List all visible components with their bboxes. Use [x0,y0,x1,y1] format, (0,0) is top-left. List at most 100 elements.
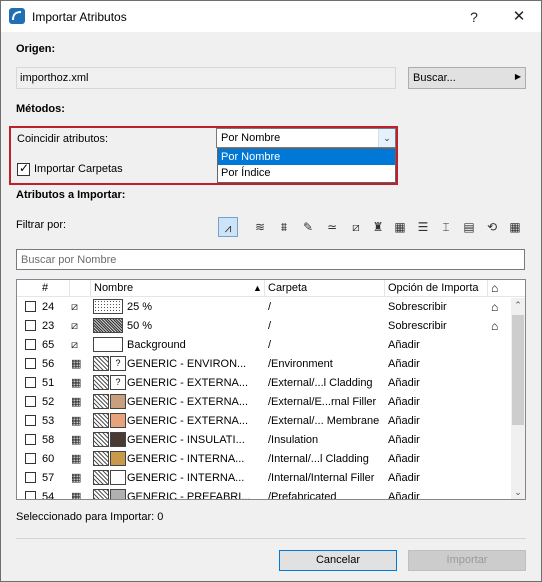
match-attributes-select[interactable]: Por Nombre ⌄ [216,128,396,148]
row-checkbox[interactable] [25,472,36,483]
row-name: 50 % [127,320,153,332]
row-number: 65 [42,339,55,351]
building-material-type-icon: ▦ [71,396,82,408]
table-row[interactable]: 54 ▦ GENERIC - PREFABRI... /Prefabricated Añ… [17,488,511,499]
column-divider [384,280,385,297]
row-checkbox[interactable] [25,339,36,350]
cut-fill-swatch [93,451,109,466]
table-header: # Nombre ▲ Carpeta Opción de Importa ⌂ [17,280,525,297]
row-number: 53 [42,415,55,427]
zone-category-icon[interactable]: ▤ [459,217,479,237]
building-material-type-icon: ▦ [71,377,82,389]
table-row[interactable]: 57 ▦ GENERIC - INTERNA... /Internal/Interna… [17,469,511,488]
row-import-option[interactable]: Añadir [388,491,420,499]
header-folder[interactable]: Carpeta [268,282,307,294]
vertical-scrollbar[interactable]: ⌃ ⌄ [511,298,525,499]
chevron-right-icon: ▶ [514,72,521,81]
row-checkbox[interactable] [25,415,36,426]
surface-color-swatch [110,470,126,485]
help-button[interactable]: ? [464,7,484,27]
row-import-option[interactable]: Añadir [388,396,420,408]
table-row[interactable]: 65 ⧄ Background / Añadir [17,336,511,355]
row-checkbox[interactable] [25,491,36,499]
scroll-down-icon[interactable]: ⌄ [511,485,525,499]
table-row[interactable]: 23 ⧄ 50 % / Sobrescribir ⌂ [17,317,511,336]
cancel-button[interactable]: Cancelar [279,550,397,571]
row-name: 25 % [127,301,153,313]
surface-color-swatch [110,432,126,447]
table-row[interactable]: 60 ▦ GENERIC - INTERNA... /Internal/...l Cl… [17,450,511,469]
pen-set-icon[interactable]: ✎ [298,217,318,237]
row-number: 56 [42,358,55,370]
table-row[interactable]: 24 ⧄ 25 % / Sobrescribir ⌂ [17,298,511,317]
close-button[interactable]: ✕ [509,7,529,27]
search-by-name-input[interactable]: Buscar por Nombre [16,249,525,270]
surface-icon[interactable]: ♜ [368,217,388,237]
fill-icon[interactable]: ⧄ [346,217,366,237]
all-types-icon[interactable]: ⩘ [218,217,238,237]
composite-icon[interactable]: ☰ [413,217,433,237]
row-number: 52 [42,396,55,408]
property-icon[interactable]: ▦ [505,217,525,237]
row-checkbox[interactable] [25,301,36,312]
header-name[interactable]: Nombre [94,282,133,294]
header-import-option[interactable]: Opción de Importa [388,282,479,294]
row-checkbox[interactable] [25,453,36,464]
table-row[interactable]: 53 ▦ GENERIC - EXTERNA... /External/... Mem… [17,412,511,431]
column-divider [90,280,91,297]
attributes-table: # Nombre ▲ Carpeta Opción de Importa ⌂ 2… [16,279,526,500]
row-import-option[interactable]: Añadir [388,358,420,370]
building-material-icon[interactable]: ▦ [390,217,410,237]
row-checkbox[interactable] [25,358,36,369]
row-checkbox[interactable] [25,434,36,445]
row-checkbox[interactable] [25,396,36,407]
origin-file-field: importhoz.xml [16,67,396,89]
profile-icon[interactable]: ⌶ [436,217,456,237]
row-folder: / [268,301,272,313]
table-row[interactable]: 51 ▦? GENERIC - EXTERNA... /External/...l C… [17,374,511,393]
row-import-option[interactable]: Añadir [388,339,420,351]
mep-system-icon[interactable]: ⟲ [482,217,502,237]
row-import-option[interactable]: Añadir [388,415,420,427]
table-row[interactable]: 58 ▦ GENERIC - INSULATI... /Insulation Añadi… [17,431,511,450]
overwrite-merge-icon: ⌂ [491,300,499,314]
building-material-type-icon: ▦ [71,358,82,370]
line-type-icon[interactable]: ≃ [322,217,342,237]
scroll-up-icon[interactable]: ⌃ [511,298,525,312]
attributes-heading: Atributos a Importar: [16,189,126,201]
row-import-option[interactable]: Añadir [388,453,420,465]
option-by-index[interactable]: Por Índice [218,165,395,181]
building-material-type-icon: ▦ [71,453,82,465]
header-number[interactable]: # [42,282,48,294]
row-import-option[interactable]: Sobrescribir [388,301,447,313]
row-import-option[interactable]: Sobrescribir [388,320,447,332]
scrollbar-thumb[interactable] [512,315,524,425]
option-by-name[interactable]: Por Nombre [218,149,395,165]
row-folder: / [268,320,272,332]
browse-button[interactable]: Buscar... ▶ [408,67,526,89]
layer-icon[interactable]: ≋ [250,217,270,237]
row-folder: /Insulation [268,434,319,446]
row-folder: /Internal/...l Cladding [268,453,369,465]
match-selected-value: Por Nombre [221,132,281,144]
row-import-option[interactable]: Añadir [388,472,420,484]
methods-heading: Métodos: [16,103,65,115]
layer-combination-icon[interactable]: ⩩ [274,217,294,237]
footer-divider [16,538,526,539]
table-row[interactable]: 56 ▦? GENERIC - ENVIRON... /Environment Añad… [17,355,511,374]
row-import-option[interactable]: Añadir [388,377,420,389]
import-button[interactable]: Importar [408,550,526,571]
row-import-option[interactable]: Añadir [388,434,420,446]
row-name: GENERIC - EXTERNA... [127,396,249,408]
cut-fill-swatch [93,489,109,499]
overwrite-merge-icon: ⌂ [491,319,499,333]
row-checkbox[interactable] [25,377,36,388]
row-name: Background [127,339,186,351]
table-row[interactable]: 52 ▦ GENERIC - EXTERNA... /External/E...rna… [17,393,511,412]
import-folders-checkbox[interactable] [17,161,30,176]
row-number: 24 [42,301,55,313]
cut-fill-swatch [93,356,109,371]
chevron-down-icon[interactable]: ⌄ [378,129,395,147]
cut-fill-swatch [93,470,109,485]
row-checkbox[interactable] [25,320,36,331]
